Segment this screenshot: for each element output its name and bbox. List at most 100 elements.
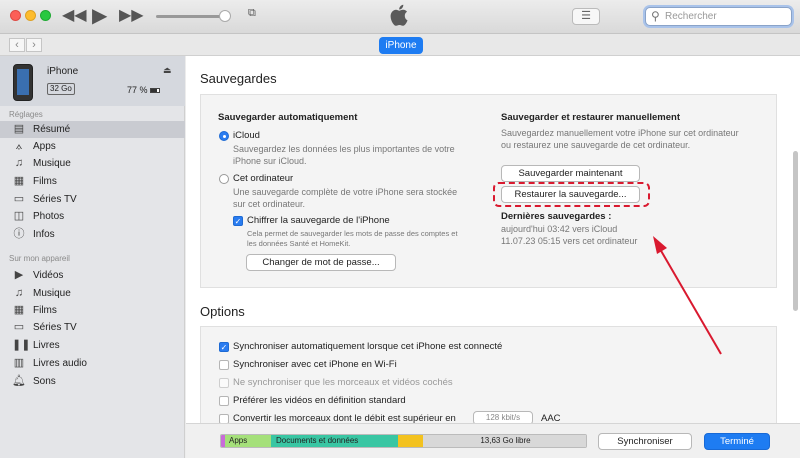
sidebar-item-books[interactable]: ❚❚ Livres [0, 337, 185, 354]
sd-video-label: Préférer les vidéos en définition standa… [233, 395, 406, 406]
sidebar-item-music[interactable]: ♫ Musique [0, 155, 185, 172]
sidebar-section-settings: Réglages [9, 110, 43, 119]
manual-desc-1: Sauvegardez manuellement votre iPhone su… [501, 128, 739, 138]
checked-only-checkbox[interactable] [219, 378, 229, 388]
sidebar-item-films[interactable]: ▦ Films [0, 173, 185, 190]
storage-segment-free: 13,63 Go libre [423, 435, 586, 447]
done-button[interactable]: Terminé [704, 433, 770, 450]
device-header[interactable]: iPhone 32 Go ⏏ 77 % [0, 56, 185, 106]
eject-icon[interactable]: ⏏ [163, 65, 172, 76]
sidebar-item-label: Séries TV [33, 194, 77, 205]
computer-radio[interactable] [219, 174, 229, 184]
icloud-label: iCloud [233, 130, 260, 141]
device-name: iPhone [47, 66, 79, 77]
iphone-icon [13, 64, 33, 101]
computer-desc-1: Une sauvegarde complète de votre iPhone … [233, 187, 458, 197]
forward-icon[interactable]: › [26, 38, 42, 52]
sidebar-item-label: Résumé [33, 124, 71, 135]
sidebar-item-label: Vidéos [33, 270, 64, 281]
search-field[interactable]: ⚲ Rechercher [645, 7, 792, 26]
sidebar-item-device-music[interactable]: ♫ Musique [0, 285, 185, 302]
search-icon: ⚲ [651, 9, 660, 23]
title-bar: ◀◀ ▶ ▶▶ ⧉ ☰ ⚲ Rechercher [0, 0, 800, 34]
sync-button[interactable]: Synchroniser [598, 433, 692, 450]
minimize-window-button[interactable] [25, 10, 36, 21]
scrollbar[interactable] [793, 151, 798, 311]
sidebar-item-label: Livres [33, 340, 60, 351]
sd-video-checkbox[interactable] [219, 396, 229, 406]
summary-icon: ▤ [13, 123, 25, 135]
storage-segment-misc [398, 435, 423, 447]
main-content: Sauvegardes Sauvegarder automatiquement … [186, 56, 800, 458]
zoom-window-button[interactable] [40, 10, 51, 21]
icloud-radio[interactable] [219, 131, 229, 141]
tv-icon: ▭ [13, 193, 25, 205]
auto-sync-label: Synchroniser automatiquement lorsque cet… [233, 341, 503, 352]
apple-logo-icon [390, 4, 408, 32]
encrypt-desc-2: les données Santé et HomeKit. [247, 239, 351, 248]
device-capacity: 32 Go [47, 83, 75, 95]
sidebar-item-photos[interactable]: ◫ Photos [0, 208, 185, 225]
sidebar-item-info[interactable]: ⓘ Infos [0, 226, 185, 243]
music-icon: ♫ [14, 287, 24, 299]
tv-icon: ▭ [13, 321, 25, 333]
storage-bar: Apps Documents et données 13,63 Go libre [220, 434, 587, 448]
battery-level: 77 % [127, 85, 161, 95]
volume-knob[interactable] [219, 10, 231, 22]
computer-desc-2: sur cet ordinateur. [233, 199, 306, 209]
play-icon[interactable]: ▶ [92, 6, 107, 26]
sidebar-item-label: Infos [33, 229, 55, 240]
icloud-desc-1: Sauvegardez les données les plus importa… [233, 144, 455, 154]
options-heading: Options [200, 304, 245, 319]
checked-only-label: Ne synchroniser que les morceaux et vidé… [233, 377, 453, 388]
computer-label: Cet ordinateur [233, 173, 294, 184]
sidebar-item-device-tv[interactable]: ▭ Séries TV [0, 319, 185, 336]
miniplayer-icon[interactable]: ⧉ [248, 3, 256, 23]
auto-backup-title: Sauvegarder automatiquement [218, 112, 358, 123]
auto-sync-checkbox[interactable]: ✓ [219, 342, 229, 352]
sidebar-item-audiobooks[interactable]: ▥ Livres audio [0, 355, 185, 372]
search-placeholder: Rechercher [665, 11, 717, 22]
sidebar-item-label: Films [33, 176, 57, 187]
backups-heading: Sauvegardes [200, 71, 277, 86]
sidebar-item-videos[interactable]: ▶ Vidéos [0, 267, 185, 284]
wifi-sync-checkbox[interactable] [219, 360, 229, 370]
book-icon: ❚❚ [12, 339, 31, 351]
sidebar-item-tones[interactable]: 🔔︎ Sons [0, 373, 185, 390]
backups-panel: Sauvegarder automatiquement iCloud Sauve… [200, 94, 777, 288]
encrypt-checkbox[interactable]: ✓ [233, 216, 243, 226]
icloud-desc-2: iPhone sur iCloud. [233, 156, 307, 166]
last-backup-computer: 11.07.23 05:15 vers cet ordinateur [501, 236, 638, 246]
sidebar-item-label: Séries TV [33, 322, 77, 333]
change-password-button[interactable]: Changer de mot de passe... [246, 254, 396, 271]
sidebar-item-label: Films [33, 305, 57, 316]
storage-apps-label: Apps [229, 436, 248, 445]
sidebar-item-label: Musique [33, 158, 71, 169]
sidebar-item-tv[interactable]: ▭ Séries TV [0, 191, 185, 208]
back-icon[interactable]: ‹ [9, 38, 25, 52]
sidebar-item-summary[interactable]: ▤ Résumé [0, 121, 185, 138]
restore-backup-button[interactable]: Restaurer la sauvegarde... [501, 186, 640, 203]
list-view-icon[interactable]: ☰ [572, 8, 600, 25]
manual-backup-title: Sauvegarder et restaurer manuellement [501, 112, 680, 123]
last-backup-icloud: aujourd'hui 03:42 vers iCloud [501, 224, 618, 234]
encrypt-label: Chiffrer la sauvegarde de l'iPhone [247, 215, 390, 226]
audiobook-icon: ▥ [13, 357, 25, 369]
sidebar-item-apps[interactable]: ⟑ Apps [0, 138, 185, 155]
fast-forward-icon[interactable]: ▶▶ [119, 6, 144, 26]
rewind-icon[interactable]: ◀◀ [62, 6, 87, 26]
volume-slider[interactable] [156, 15, 224, 18]
battery-icon [150, 88, 161, 94]
storage-docs-label: Documents et données [276, 436, 359, 445]
sidebar-item-label: Apps [33, 141, 56, 152]
bell-icon: 🔔︎ [12, 375, 26, 387]
music-icon: ♫ [14, 157, 24, 169]
sidebar-item-label: Musique [33, 288, 71, 299]
backup-now-button[interactable]: Sauvegarder maintenant [501, 165, 640, 182]
options-panel: ✓ Synchroniser automatiquement lorsque c… [200, 326, 777, 425]
sidebar-item-device-films[interactable]: ▦ Films [0, 302, 185, 319]
wifi-sync-label: Synchroniser avec cet iPhone en Wi-Fi [233, 359, 397, 370]
close-window-button[interactable] [10, 10, 21, 21]
battery-percent: 77 % [127, 85, 148, 95]
device-tab[interactable]: iPhone [379, 37, 423, 54]
